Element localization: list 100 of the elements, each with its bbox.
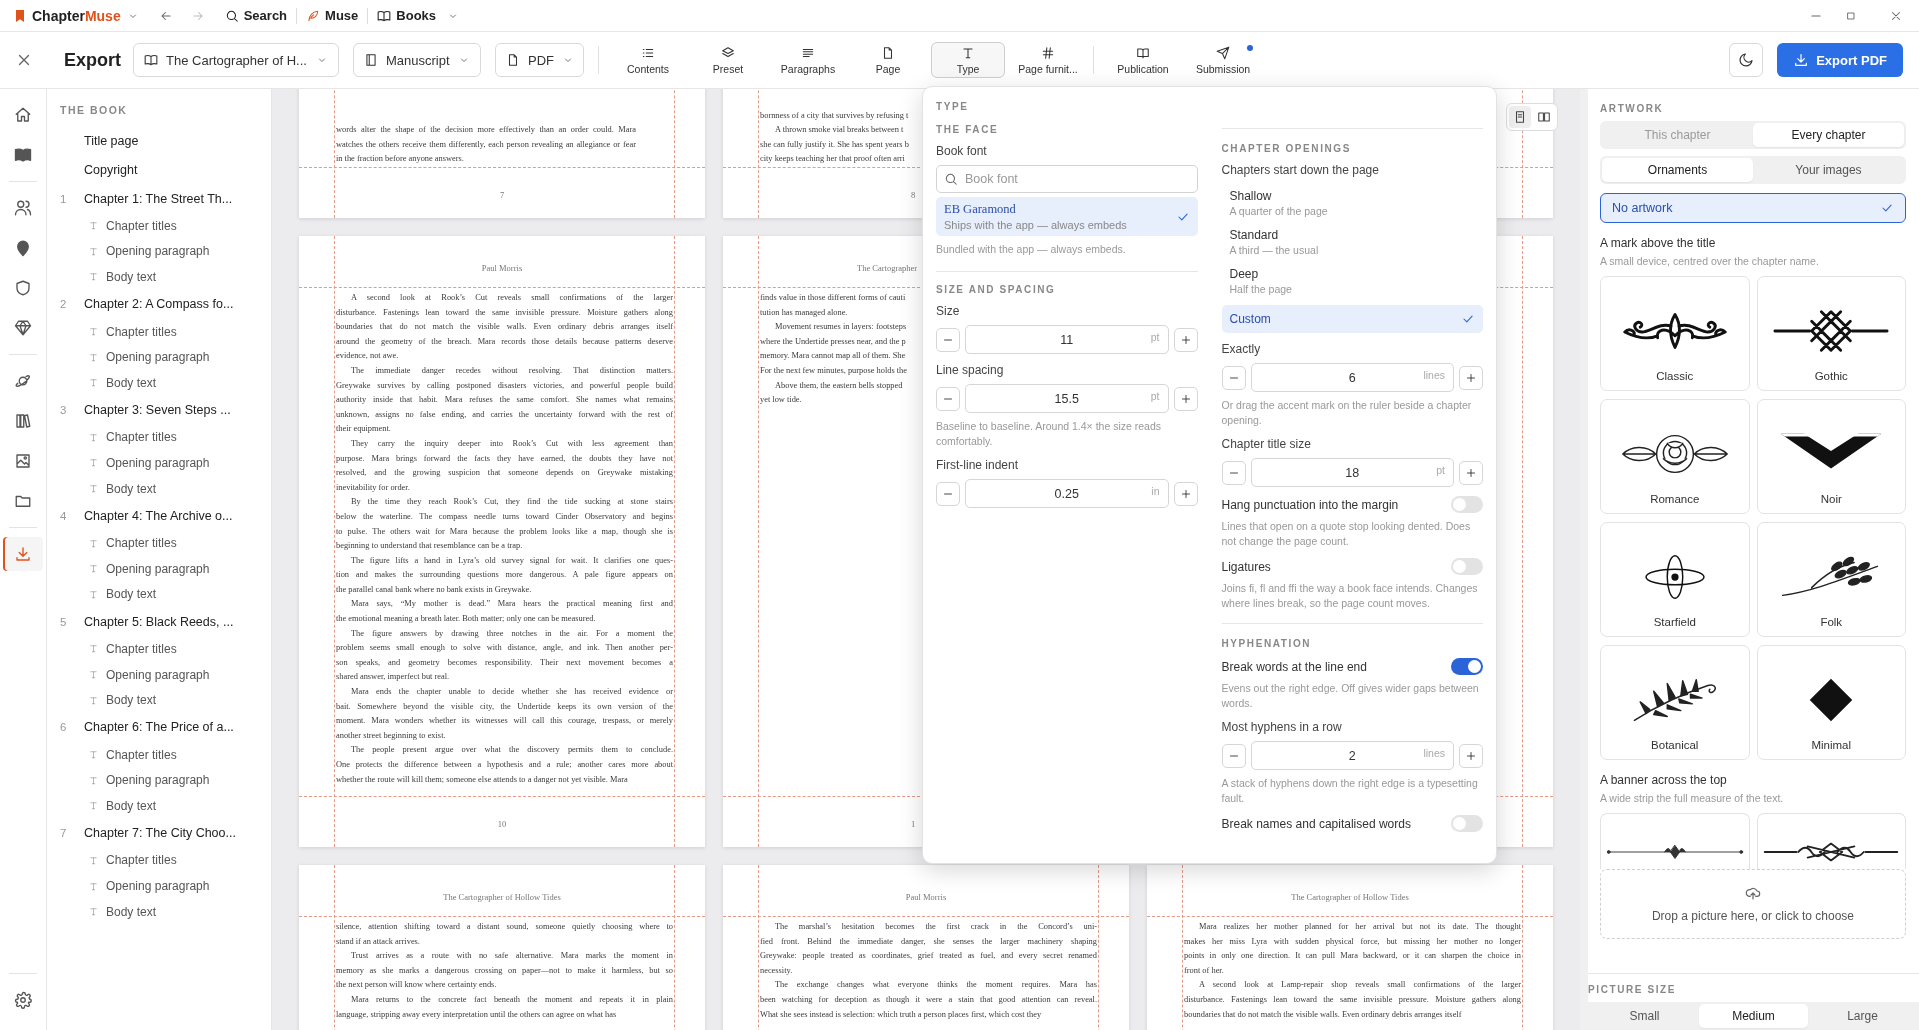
theme-button[interactable] — [1729, 43, 1764, 77]
text-line: their equipment. — [336, 423, 392, 436]
ornament-card[interactable]: Folk — [1756, 522, 1906, 637]
toolbar-tab[interactable]: Contents — [611, 42, 685, 78]
export-button[interactable]: Export PDF — [1777, 43, 1903, 77]
decrement-button[interactable] — [936, 327, 960, 352]
segment-button[interactable]: Large — [1808, 1004, 1917, 1028]
increment-button[interactable] — [1459, 743, 1483, 768]
ornament-card[interactable]: Noir — [1756, 399, 1906, 514]
increment-button[interactable] — [1459, 365, 1483, 390]
toolbar-tab[interactable]: Page furnit... — [1011, 42, 1085, 78]
outline-subitem[interactable]: Body text — [60, 581, 271, 608]
ornament-card[interactable]: Gothic — [1756, 276, 1906, 391]
nav-button[interactable]: Books — [371, 4, 466, 27]
ornament-card[interactable]: Starfield — [1600, 522, 1750, 637]
number-field[interactable]: 2 lines — [1250, 741, 1454, 770]
help-text: Baseline to baseline. Around 1.4× the size reads comfortably. — [936, 419, 1163, 449]
increment-button[interactable] — [1173, 481, 1198, 506]
view-mode-button[interactable] — [1509, 106, 1531, 128]
segment-button[interactable]: Every chapter — [1753, 123, 1904, 147]
text-line: in the fraction before anyone answers. — [336, 153, 465, 166]
segment-button[interactable]: Small — [1590, 1004, 1699, 1028]
outline-subitem[interactable]: Chapter titles — [60, 741, 271, 768]
decrement-button[interactable] — [1221, 743, 1246, 768]
outline-item[interactable]: 2 Chapter 2: A Compass fo... — [60, 289, 271, 319]
outline-item[interactable]: 4 Chapter 4: The Archive o... — [60, 501, 271, 531]
toolbar-tab[interactable]: Page — [851, 42, 925, 78]
ornament-card[interactable]: Romance — [1600, 399, 1750, 514]
segment-button[interactable]: Your images — [1753, 158, 1904, 182]
outline-item[interactable]: 1 Chapter 1: The Street Th... — [60, 184, 271, 213]
toggle-switch[interactable] — [1451, 658, 1483, 675]
outline-item[interactable]: Copyright — [60, 155, 271, 184]
ornament-card[interactable]: Botanical — [1600, 645, 1750, 760]
segment-button[interactable]: Medium — [1699, 1004, 1808, 1028]
outline-item[interactable]: 5 Chapter 5: Black Reeds, ... — [60, 607, 271, 637]
segment-button[interactable]: Ornaments — [1602, 158, 1753, 182]
dropdown[interactable]: Manuscript — [353, 43, 481, 77]
outline-subitem[interactable]: Chapter titles — [60, 213, 271, 239]
nav-button[interactable]: Muse — [300, 4, 365, 27]
dropdown[interactable]: PDF — [495, 43, 584, 77]
toolbar-tab[interactable]: Preset — [691, 42, 765, 78]
outline-subitem[interactable]: Chapter titles — [60, 530, 271, 556]
outline-subitem[interactable]: Body text — [60, 475, 271, 502]
outline-subitem[interactable]: Chapter titles — [60, 424, 271, 451]
outline-subitem[interactable]: Chapter titles — [60, 318, 271, 345]
nav-rail-button[interactable] — [3, 537, 43, 571]
depth-option[interactable]: Standard A third — the usual — [1221, 223, 1483, 261]
number-field[interactable]: 15.5 pt — [965, 384, 1169, 413]
font-search-field[interactable]: Book font — [936, 165, 1198, 193]
decrement-button[interactable] — [936, 481, 960, 506]
outline-subitem[interactable]: Chapter titles — [60, 847, 271, 874]
dropdown[interactable]: The Cartographer of H... — [133, 43, 339, 77]
field-label: Line spacing — [936, 363, 1005, 377]
outline-subitem[interactable]: Opening paragraph — [60, 238, 271, 265]
toggle-switch[interactable] — [1451, 815, 1483, 832]
number-field[interactable]: 0.25 in — [965, 479, 1169, 508]
outline-item[interactable]: Title page — [60, 126, 271, 155]
toolbar-tab[interactable]: Type — [931, 42, 1005, 78]
number-field[interactable]: 18 pt — [1250, 458, 1454, 487]
drop-zone[interactable]: Drop a picture here, or click to choose — [1600, 869, 1906, 939]
toolbar-tab[interactable]: Publication — [1106, 42, 1180, 78]
ornament-card[interactable]: Minimal — [1756, 645, 1906, 760]
maximize-icon[interactable] — [1845, 9, 1857, 22]
outline-subitem[interactable]: Body text — [60, 898, 271, 925]
ornament-card[interactable]: Classic — [1600, 276, 1750, 391]
depth-option[interactable]: Shallow A quarter of the page — [1221, 184, 1483, 222]
depth-option[interactable]: Deep Half the page — [1221, 262, 1483, 300]
outline-subitem[interactable]: Opening paragraph — [60, 344, 271, 370]
number-field[interactable]: 6 lines — [1250, 363, 1454, 392]
depth-option[interactable]: Custom — [1221, 305, 1483, 333]
outline-subitem[interactable]: Opening paragraph — [60, 767, 271, 794]
toolbar-tab[interactable]: Submission — [1186, 42, 1260, 78]
field-label: Chapter title size — [1221, 437, 1312, 451]
increment-button[interactable] — [1173, 327, 1198, 352]
outline-item[interactable]: 7 Chapter 7: The City Choo... — [60, 818, 271, 848]
toolbar-tab[interactable]: Paragraphs — [771, 42, 845, 78]
outline-subitem[interactable]: Opening paragraph — [60, 873, 271, 899]
number-field[interactable]: 11 pt — [965, 325, 1169, 354]
outline-subitem[interactable]: Chapter titles — [60, 636, 271, 662]
outline-subitem[interactable]: Body text — [60, 687, 271, 713]
outline-subitem[interactable]: Body text — [60, 369, 271, 396]
outline-item[interactable]: 3 Chapter 3: Seven Steps ... — [60, 395, 271, 425]
outline-item[interactable]: 6 Chapter 6: The Price of a... — [60, 712, 271, 742]
text-line: The figure lifts a hand in Lyra’s old survey signal for wait. It clarifies one ques- — [350, 554, 673, 567]
toggle-switch[interactable] — [1451, 558, 1483, 575]
outline-subitem[interactable]: Body text — [60, 264, 271, 290]
outline-subitem[interactable]: Opening paragraph — [60, 555, 271, 582]
decrement-button[interactable] — [1221, 460, 1246, 485]
decrement-button[interactable] — [936, 386, 960, 411]
outline-subitem[interactable]: Opening paragraph — [60, 661, 271, 688]
nav-button[interactable]: Search — [218, 4, 294, 27]
outline-subitem[interactable]: Opening paragraph — [60, 450, 271, 476]
increment-button[interactable] — [1459, 460, 1483, 485]
toggle-switch[interactable] — [1451, 496, 1483, 513]
increment-button[interactable] — [1173, 386, 1198, 411]
outline-subitem[interactable]: Body text — [60, 793, 271, 819]
decrement-button[interactable] — [1221, 365, 1246, 390]
toggle-label: Break names and capitalised words — [1221, 816, 1411, 831]
no-artwork-option[interactable]: No artwork — [1600, 193, 1906, 223]
font-option[interactable]: EB Garamond Ships with the app — always embeds — [936, 197, 1198, 236]
